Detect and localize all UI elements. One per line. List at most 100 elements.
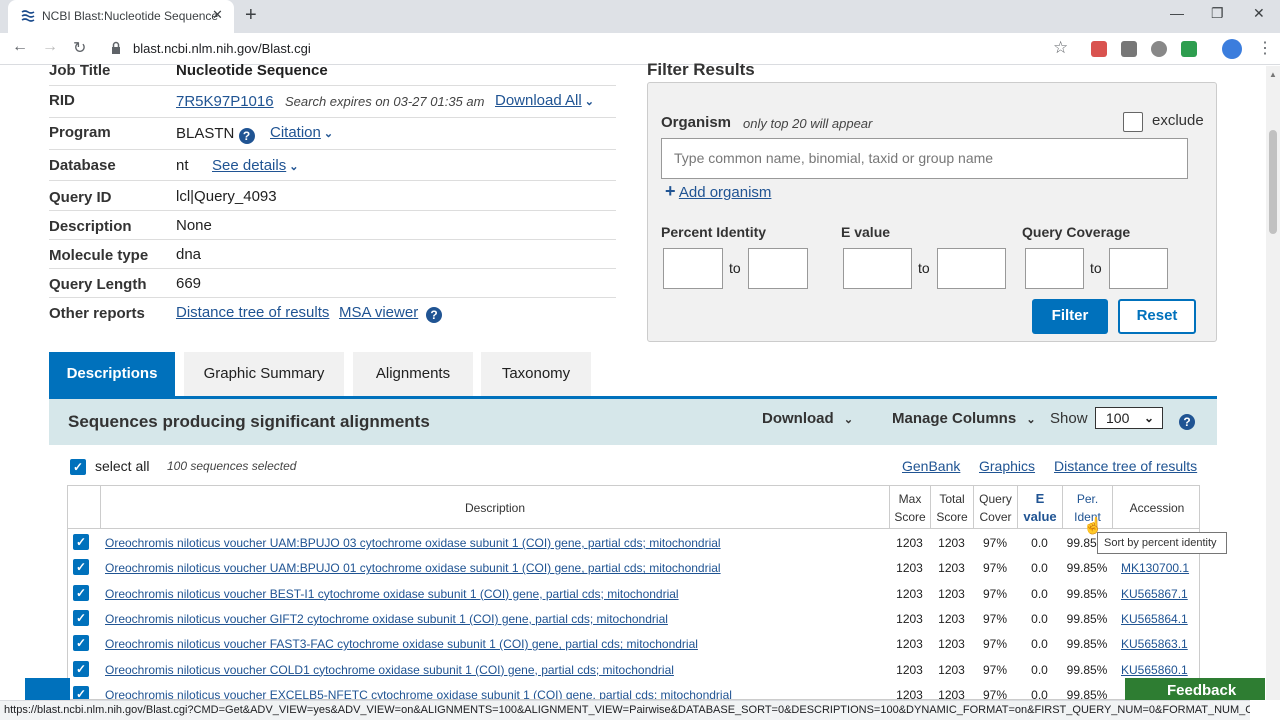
description-label: Description <box>49 218 132 235</box>
row-cover: 97% <box>982 586 1008 601</box>
check-icon: ✓ <box>70 459 86 475</box>
row-accession-link[interactable]: KU565860.1 <box>1121 663 1188 677</box>
row-checkbox[interactable]: ✓ <box>73 609 89 626</box>
tab-close-icon[interactable]: ✕ <box>212 7 223 23</box>
reload-icon[interactable]: ↻ <box>73 38 86 58</box>
reset-button[interactable]: Reset <box>1118 299 1196 334</box>
profile-avatar[interactable] <box>1222 39 1242 59</box>
m-extension-icon[interactable] <box>1151 41 1167 57</box>
chevron-down-icon: ⌄ <box>584 96 594 108</box>
add-organism-button[interactable]: + Add organism <box>665 181 771 202</box>
row-accession-link[interactable]: KU565864.1 <box>1121 612 1188 626</box>
row-e: 0.0 <box>1031 662 1048 677</box>
row-description-link[interactable]: Oreochromis niloticus voucher UAM:BPUJO … <box>105 536 721 550</box>
selected-count: 100 sequences selected <box>167 459 297 473</box>
green-extension-icon[interactable] <box>1181 41 1197 57</box>
new-tab-icon[interactable]: + <box>245 4 257 27</box>
scroll-thumb[interactable] <box>1269 130 1277 234</box>
row-ident: 99.85% <box>1066 662 1108 677</box>
chevron-down-icon: ⌄ <box>289 161 299 173</box>
check-icon: ✓ <box>73 660 89 677</box>
help-icon[interactable]: ? <box>238 128 255 144</box>
percent-identity-min-input[interactable] <box>663 248 723 289</box>
row-total: 1203 <box>938 586 965 601</box>
msa-viewer-link[interactable]: MSA viewer <box>339 304 418 321</box>
th-accession[interactable]: Accession <box>1112 486 1199 529</box>
row-max: 1203 <box>896 662 923 677</box>
address-bar[interactable]: blast.ncbi.nlm.nih.gov/Blast.cgi ☆ <box>103 36 1083 62</box>
distance-tree-link[interactable]: Distance tree of results <box>1054 458 1197 474</box>
forward-icon[interactable]: → <box>42 38 58 56</box>
download-button[interactable]: Download ⌄ <box>762 410 853 427</box>
th-e-value[interactable]: E value <box>1017 486 1062 529</box>
bookmark-star-icon[interactable]: ☆ <box>1053 38 1068 58</box>
th-description[interactable]: Description <box>100 486 889 529</box>
filter-results-title: Filter Results <box>647 60 755 79</box>
graphics-link[interactable]: Graphics <box>979 458 1035 474</box>
row-description-link[interactable]: Oreochromis niloticus voucher EXCELB5-NF… <box>105 688 732 699</box>
row-accession-link[interactable]: MK130700.1 <box>1121 561 1189 575</box>
select-all-checkbox[interactable]: ✓ <box>70 458 86 475</box>
tab-descriptions[interactable]: Descriptions <box>49 352 175 397</box>
e-value-min-input[interactable] <box>843 248 912 289</box>
query-id-value: lcl|Query_4093 <box>176 188 277 205</box>
divider <box>49 239 616 240</box>
browser-tab[interactable]: NCBI Blast:Nucleotide Sequence ✕ <box>8 0 234 33</box>
row-max: 1203 <box>896 637 923 652</box>
row-checkbox[interactable]: ✓ <box>73 534 89 550</box>
row-accession-link[interactable]: KU565863.1 <box>1121 637 1188 651</box>
row-cover: 97% <box>982 637 1008 652</box>
query-coverage-max-input[interactable] <box>1109 248 1168 289</box>
window-close-icon[interactable]: ✕ <box>1253 5 1265 22</box>
back-to-top-button[interactable] <box>25 678 70 700</box>
filter-button[interactable]: Filter <box>1032 299 1108 334</box>
e-value-max-input[interactable] <box>937 248 1006 289</box>
page-scrollbar[interactable]: ▲ <box>1266 66 1280 700</box>
back-icon[interactable]: ← <box>12 38 28 56</box>
shield-extension-icon[interactable] <box>1121 41 1137 57</box>
row-max: 1203 <box>896 611 923 626</box>
download-all-button[interactable]: Download All ⌄ <box>495 92 594 109</box>
row-checkbox[interactable]: ✓ <box>73 660 89 677</box>
query-coverage-min-input[interactable] <box>1025 248 1084 289</box>
url-text: blast.ncbi.nlm.nih.gov/Blast.cgi <box>133 41 311 56</box>
organism-input[interactable]: Type common name, binomial, taxid or gro… <box>661 138 1188 179</box>
help-icon-wrap[interactable]: ? <box>1179 411 1195 430</box>
th-query-cover[interactable]: Query Cover <box>973 486 1017 529</box>
menu-kebab-icon[interactable]: ⋮ <box>1257 38 1273 58</box>
row-description-link[interactable]: Oreochromis niloticus voucher FAST3-FAC … <box>105 637 698 651</box>
minimize-icon[interactable]: — <box>1170 5 1184 21</box>
distance-tree-link[interactable]: Distance tree of results <box>176 304 329 321</box>
row-description-link[interactable]: Oreochromis niloticus voucher UAM:BPUJO … <box>105 561 721 575</box>
row-checkbox[interactable]: ✓ <box>73 559 89 576</box>
th-total-score[interactable]: Total Score <box>930 486 973 529</box>
percent-identity-max-input[interactable] <box>748 248 808 289</box>
tab-alignments[interactable]: Alignments <box>353 352 473 397</box>
row-description-link[interactable]: Oreochromis niloticus voucher COLD1 cyto… <box>105 663 674 677</box>
th-max-score[interactable]: Max Score <box>889 486 930 529</box>
rid-link[interactable]: 7R5K97P1016 <box>176 93 274 110</box>
results-title: Sequences producing significant alignmen… <box>68 412 430 431</box>
mouse-cursor-icon: ☝ <box>1083 518 1103 535</box>
row-description-link[interactable]: Oreochromis niloticus voucher GIFT2 cyto… <box>105 612 668 626</box>
manage-columns-button[interactable]: Manage Columns ⌄ <box>892 410 1036 427</box>
check-icon: ✓ <box>73 609 89 626</box>
help-icon-wrap[interactable]: ? <box>426 304 442 323</box>
row-description-link[interactable]: Oreochromis niloticus voucher BEST-I1 cy… <box>105 587 679 601</box>
citation-button[interactable]: Citation ⌄ <box>270 124 333 141</box>
row-accession-link[interactable]: KU565867.1 <box>1121 587 1188 601</box>
tab-taxonomy[interactable]: Taxonomy <box>481 352 591 397</box>
row-checkbox[interactable]: ✓ <box>73 635 89 652</box>
pdf-extension-icon[interactable] <box>1091 41 1107 57</box>
feedback-button[interactable]: Feedback <box>1125 678 1265 700</box>
scroll-up-icon[interactable]: ▲ <box>1269 70 1277 79</box>
genbank-link[interactable]: GenBank <box>902 458 960 474</box>
tab-graphic-summary[interactable]: Graphic Summary <box>184 352 344 397</box>
row-checkbox[interactable]: ✓ <box>73 584 89 601</box>
table-row: ✓ Oreochromis niloticus voucher UAM:BPUJO… <box>68 530 1199 555</box>
maximize-icon[interactable]: ❐ <box>1211 5 1224 22</box>
see-details-button[interactable]: See details ⌄ <box>212 157 298 174</box>
exclude-checkbox[interactable] <box>1123 112 1143 132</box>
row-checkbox[interactable]: ✓ <box>73 685 89 699</box>
show-select[interactable]: 100 ⌄ <box>1095 407 1163 429</box>
